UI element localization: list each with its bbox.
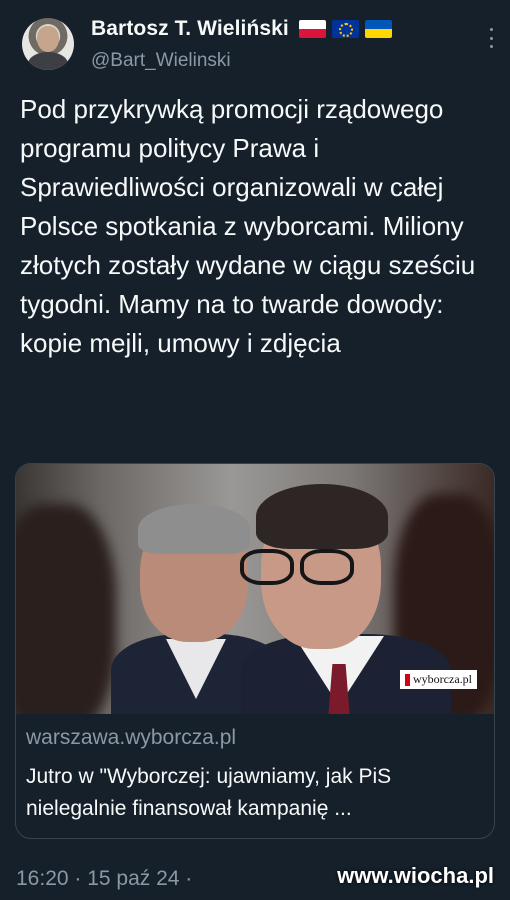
author-handle[interactable]: @Bart_Wielinski [91,50,231,72]
avatar-body [28,52,68,70]
poland-flag-icon [298,20,326,38]
image-watermark-badge: wyborcza.pl [400,670,477,689]
image-watermark-text: wyborcza.pl [413,672,472,686]
avatar-face [37,26,59,52]
flags [298,20,392,38]
eu-flag-icon [331,20,359,38]
more-options-icon[interactable] [488,28,494,48]
tweet-text: Pod przykrywką promocji rządowego progra… [20,94,476,358]
link-preview-card[interactable]: wyborcza.pl warszawa.wyborcza.pl Jutro w… [15,463,495,839]
avatar[interactable] [22,18,74,70]
tweet-timestamp[interactable]: 16:20 · 15 paź 24 · [16,867,192,891]
card-title: Jutro w "Wyborczej: ujawniamy, jak PiS n… [26,765,392,820]
site-watermark: www.wiocha.pl [337,863,494,888]
card-domain: warszawa.wyborcza.pl [26,726,237,749]
card-image: wyborcza.pl [16,464,494,714]
author-display-name[interactable]: Bartosz T. Wieliński [91,17,289,41]
author-name-row: Bartosz T. Wieliński [91,17,392,41]
ukraine-flag-icon [364,20,392,38]
